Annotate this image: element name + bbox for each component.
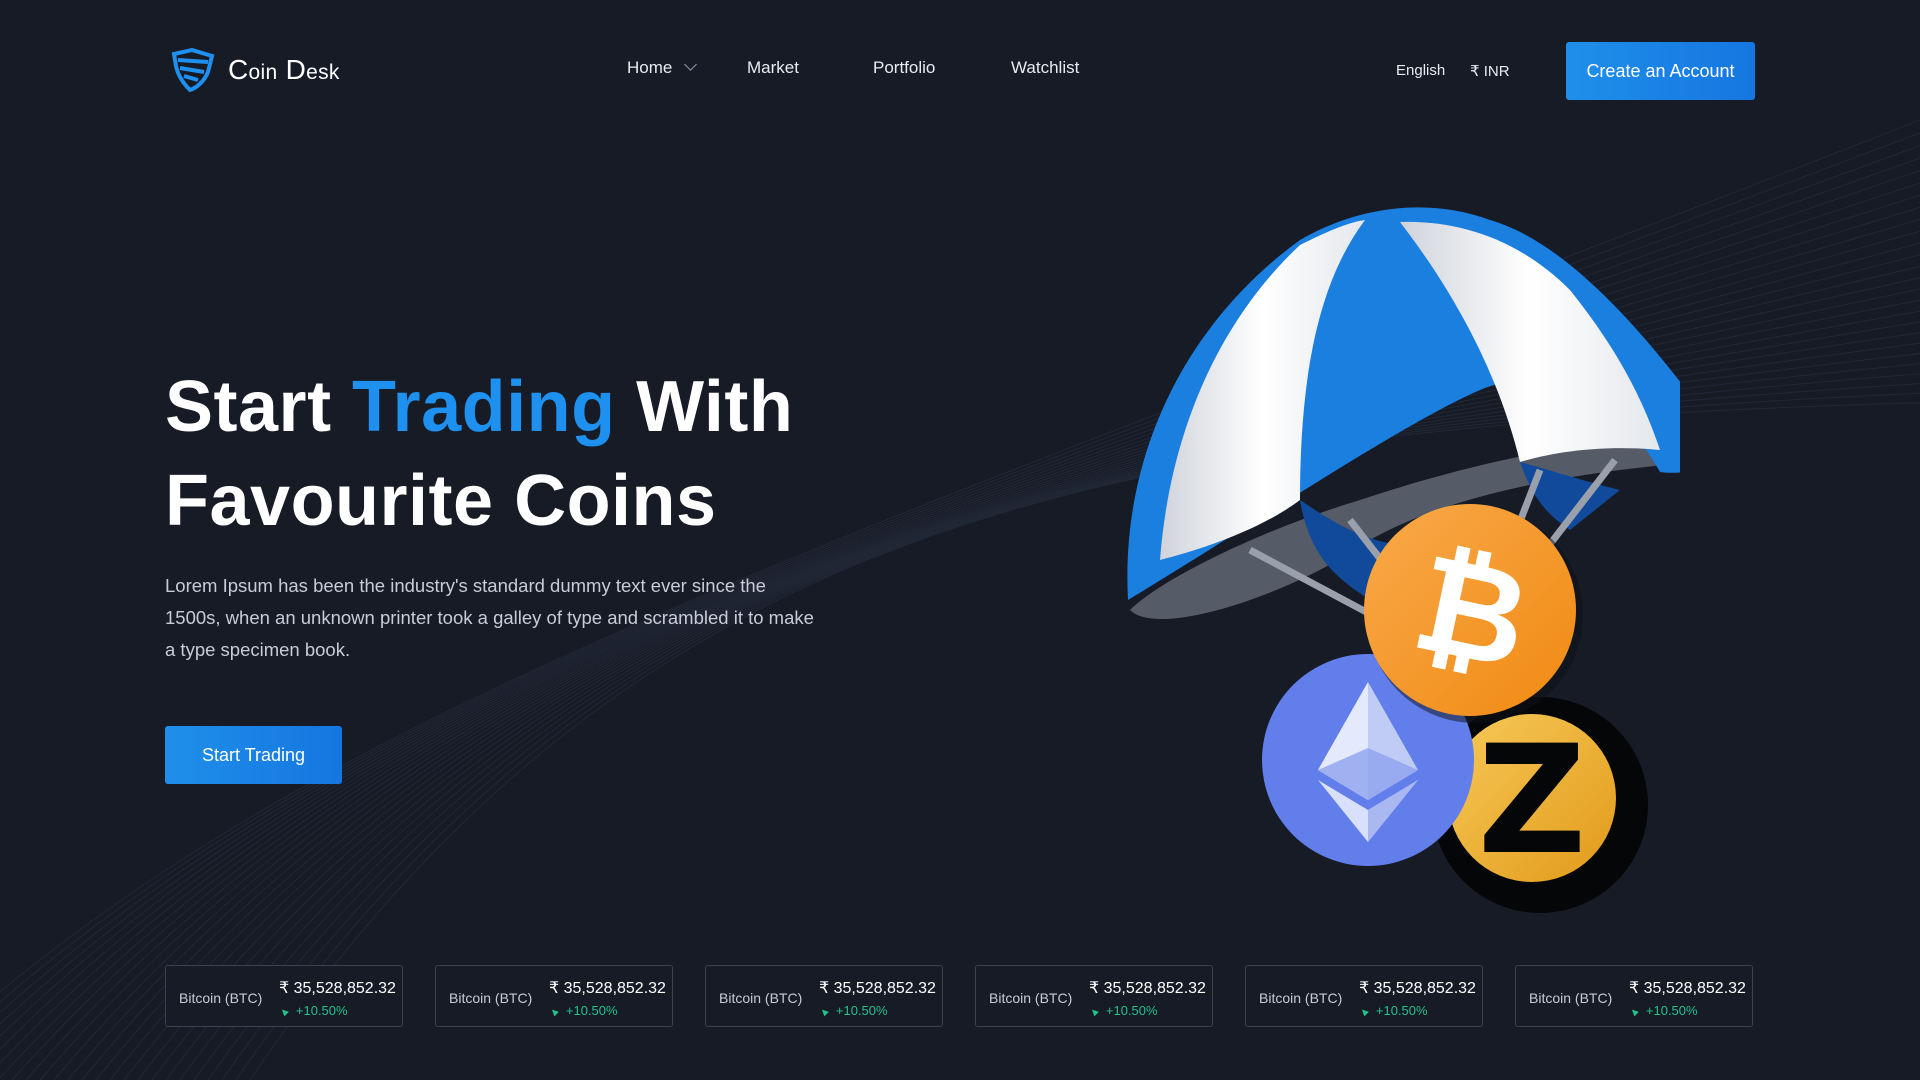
shield-icon <box>171 48 215 92</box>
hero-illustration: Z ₿ <box>1127 207 1680 913</box>
arrow-up-right-icon: ▲ <box>276 1003 293 1021</box>
nav-item-home[interactable]: Home <box>627 58 698 78</box>
ticker-card[interactable]: Bitcoin (BTC) ₹ 35,528,852.32 ▲ +10.50% <box>705 965 943 1027</box>
ticker-card[interactable]: Bitcoin (BTC) ₹ 35,528,852.32 ▲ +10.50% <box>1515 965 1753 1027</box>
ticker-change: ▲ +10.50% <box>816 1003 888 1021</box>
ticker-change: ▲ +10.50% <box>1086 1003 1158 1021</box>
ticker-coin-name: Bitcoin (BTC) <box>1529 990 1613 1006</box>
ticker-coin-name: Bitcoin (BTC) <box>1259 990 1343 1006</box>
ticker-price: ₹ 35,528,852.32 <box>1089 980 1206 997</box>
ticker-card[interactable]: Bitcoin (BTC) ₹ 35,528,852.32 ▲ +10.50% <box>1245 965 1483 1027</box>
brand-logo[interactable]: Coin Desk <box>170 48 340 92</box>
nav-item-watchlist[interactable]: Watchlist <box>1011 58 1079 78</box>
ticker-change: ▲ +10.50% <box>1626 1003 1698 1021</box>
ticker-card[interactable]: Bitcoin (BTC) ₹ 35,528,852.32 ▲ +10.50% <box>975 965 1213 1027</box>
arrow-up-right-icon: ▲ <box>1356 1003 1373 1021</box>
ticker-change: ▲ +10.50% <box>276 1003 348 1021</box>
hero-title-accent: Trading <box>352 367 616 447</box>
ticker-price: ₹ 35,528,852.32 <box>279 980 396 997</box>
ticker-card[interactable]: Bitcoin (BTC) ₹ 35,528,852.32 ▲ +10.50% <box>165 965 403 1027</box>
arrow-up-right-icon: ▲ <box>1086 1003 1103 1021</box>
ticker-coin-name: Bitcoin (BTC) <box>989 990 1073 1006</box>
arrow-up-right-icon: ▲ <box>816 1003 833 1021</box>
nav-item-label: Home <box>627 58 673 77</box>
create-account-button[interactable]: Create an Account <box>1566 42 1755 100</box>
ticker-price: ₹ 35,528,852.32 <box>549 980 666 997</box>
currency-selector[interactable]: ₹ INR <box>1470 62 1510 80</box>
ticker-price: ₹ 35,528,852.32 <box>819 980 936 997</box>
nav-item-market[interactable]: Market <box>747 58 799 78</box>
ticker-change: ▲ +10.50% <box>1356 1003 1428 1021</box>
ticker-price: ₹ 35,528,852.32 <box>1359 980 1476 997</box>
brand-name: Coin Desk <box>228 54 340 85</box>
hero-title: Start Trading With Favourite Coins <box>165 367 794 541</box>
chevron-down-icon <box>684 58 698 71</box>
language-selector[interactable]: English <box>1396 62 1445 79</box>
hero-description: Lorem Ipsum has been the industry's stan… <box>165 575 814 660</box>
ticker-card[interactable]: Bitcoin (BTC) ₹ 35,528,852.32 ▲ +10.50% <box>435 965 673 1027</box>
arrow-up-right-icon: ▲ <box>546 1003 563 1021</box>
start-trading-button[interactable]: Start Trading <box>165 726 342 784</box>
ticker-change: ▲ +10.50% <box>546 1003 618 1021</box>
ticker-price: ₹ 35,528,852.32 <box>1629 980 1746 997</box>
nav-item-portfolio[interactable]: Portfolio <box>873 58 935 78</box>
ticker-coin-name: Bitcoin (BTC) <box>179 990 263 1006</box>
zcash-symbol: Z <box>1478 714 1587 888</box>
ticker-coin-name: Bitcoin (BTC) <box>449 990 533 1006</box>
ticker-coin-name: Bitcoin (BTC) <box>719 990 803 1006</box>
arrow-up-right-icon: ▲ <box>1626 1003 1643 1021</box>
